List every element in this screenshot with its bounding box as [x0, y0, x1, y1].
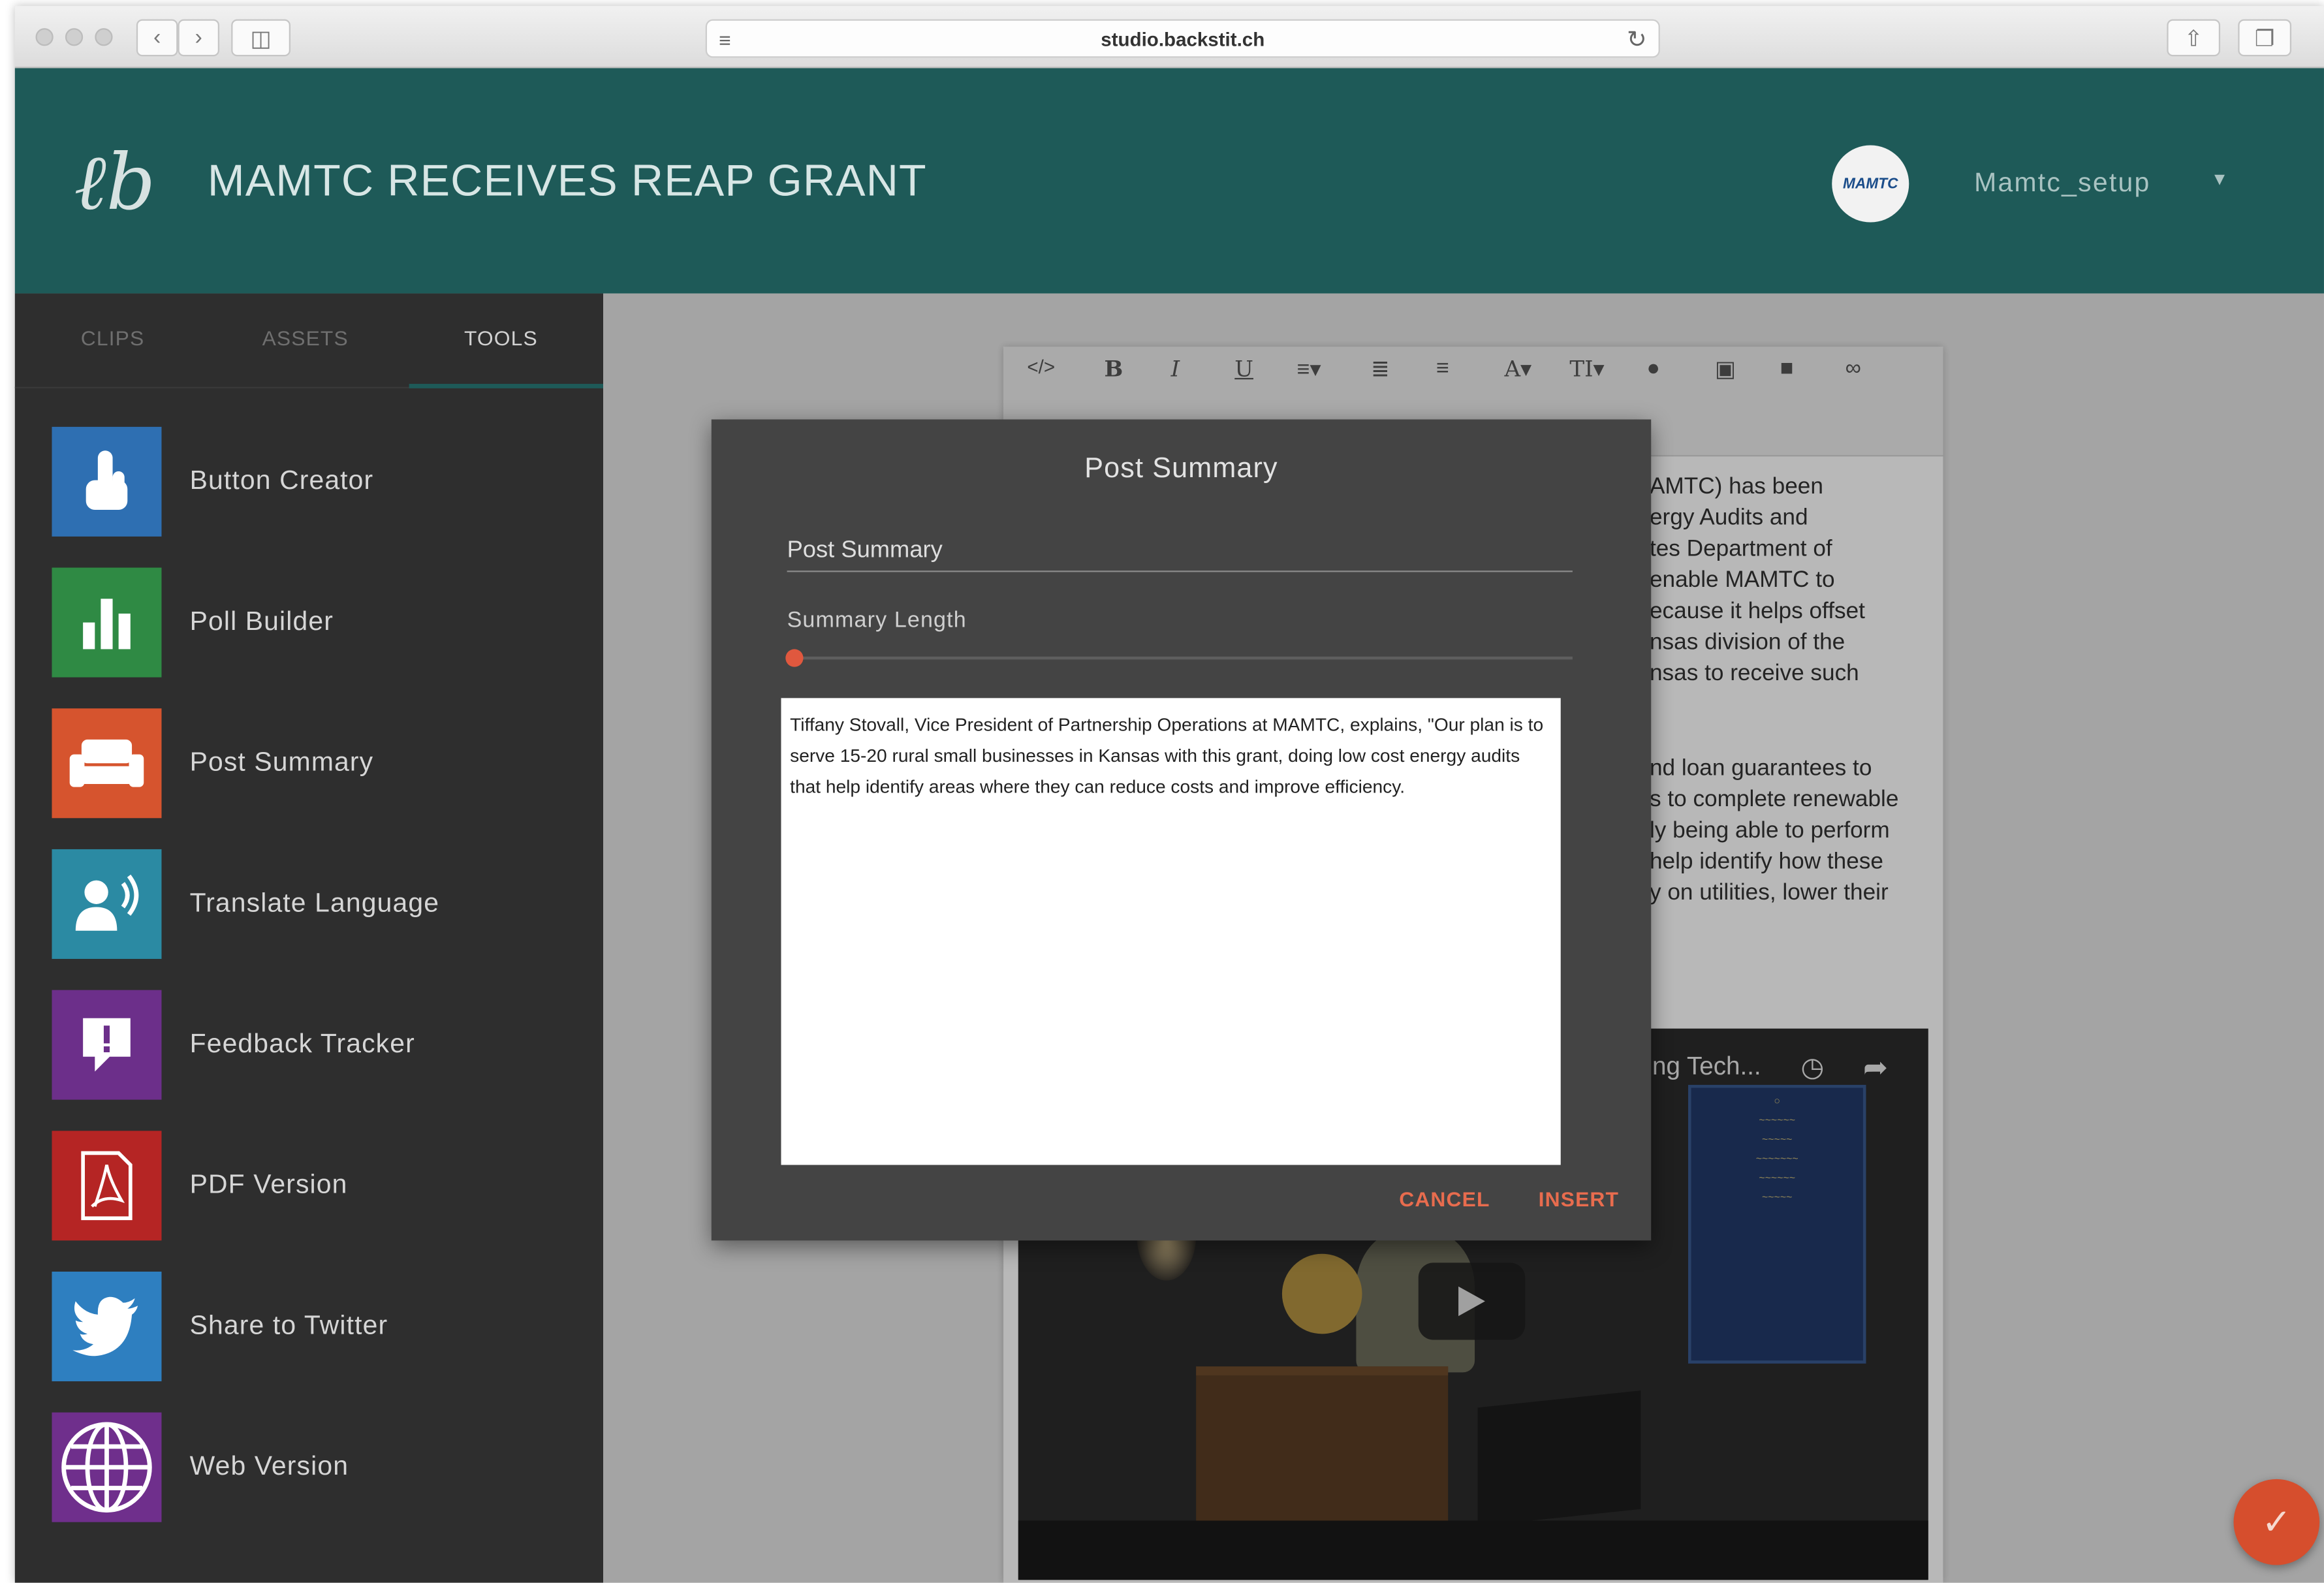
slider-thumb[interactable] [785, 649, 804, 667]
url-text: studio.backstit.ch [1101, 28, 1265, 51]
tab-tools[interactable]: TOOLS [435, 326, 566, 349]
tabs-overview-icon[interactable]: ❐ [2238, 19, 2292, 57]
tool-button-creator[interactable]: Button Creator [52, 426, 585, 537]
tool-web-version[interactable]: Web Version [52, 1412, 585, 1522]
browser-window: ‹ › ◫ ≡ studio.backstit.ch ↻ ⇧ ❐ ℓb MAMT… [14, 6, 2324, 1583]
active-tab-indicator [409, 384, 604, 388]
twitter-bird-icon [52, 1272, 162, 1382]
chevron-down-icon[interactable]: ▾ [2214, 166, 2225, 191]
tool-share-to-twitter[interactable]: Share to Twitter [52, 1272, 585, 1382]
tool-poll-builder[interactable]: Poll Builder [52, 567, 585, 678]
speaking-person-icon [52, 849, 162, 959]
sidebar: CLIPS ASSETS TOOLS Button Creator Poll B… [14, 293, 604, 1583]
tool-label: Share to Twitter [189, 1310, 388, 1340]
checkmark-icon[interactable]: ✓ [2233, 1479, 2320, 1565]
reload-icon[interactable]: ↻ [1627, 25, 1646, 55]
tool-label: Translate Language [189, 887, 440, 918]
zoom-window-button[interactable] [95, 28, 113, 46]
summary-text-area[interactable] [781, 698, 1561, 1165]
tool-label: Poll Builder [189, 606, 334, 636]
bar-chart-icon [52, 567, 162, 678]
alert-speech-bubble-icon [52, 990, 162, 1100]
tool-post-summary[interactable]: Post Summary [52, 708, 585, 819]
tool-pdf-version[interactable]: PDF Version [52, 1131, 585, 1241]
tab-assets[interactable]: ASSETS [240, 326, 371, 349]
tool-label: Post Summary [189, 747, 374, 777]
tool-label: Feedback Tracker [189, 1028, 415, 1059]
tool-label: PDF Version [189, 1169, 348, 1199]
tab-clips[interactable]: CLIPS [48, 326, 178, 349]
address-bar[interactable]: ≡ studio.backstit.ch ↻ [705, 19, 1660, 58]
screen: ‹ › ◫ ≡ studio.backstit.ch ↻ ⇧ ❐ ℓb MAMT… [0, 0, 2324, 1583]
sidebar-tabs: CLIPS ASSETS TOOLS [14, 294, 604, 388]
couch-icon [52, 708, 162, 819]
tool-translate-language[interactable]: Translate Language [52, 849, 585, 959]
cancel-button[interactable]: CANCEL [1399, 1187, 1490, 1211]
browser-toolbar: ‹ › ◫ ≡ studio.backstit.ch ↻ ⇧ ❐ [14, 6, 2324, 69]
page-title: MAMTC RECEIVES REAP GRANT [207, 157, 927, 206]
minimize-window-button[interactable] [65, 28, 84, 46]
tool-label: Button Creator [189, 465, 374, 495]
summary-length-label: Summary Length [787, 607, 967, 633]
avatar[interactable]: MAMTC [1832, 145, 1909, 223]
tool-feedback-tracker[interactable]: Feedback Tracker [52, 990, 585, 1100]
sidebar-toggle-icon[interactable]: ◫ [231, 19, 290, 57]
insert-button[interactable]: INSERT [1539, 1187, 1619, 1211]
share-icon[interactable]: ⇧ [2167, 19, 2221, 57]
app-header: ℓb MAMTC RECEIVES REAP GRANT MAMTC Mamtc… [14, 68, 2324, 294]
globe-icon [52, 1412, 162, 1522]
dialog-title: Post Summary [1084, 453, 1278, 485]
summary-length-slider[interactable] [785, 649, 1573, 667]
close-window-button[interactable] [35, 28, 54, 46]
hand-pointer-icon [52, 426, 162, 537]
forward-icon[interactable]: › [178, 19, 220, 57]
tool-label: Web Version [189, 1450, 349, 1481]
user-menu-name[interactable]: Mamtc_setup [1974, 168, 2150, 199]
summary-title-field[interactable] [787, 532, 1573, 572]
backstitch-logo-icon: ℓb [74, 139, 156, 228]
pdf-document-icon [52, 1131, 162, 1241]
back-icon[interactable]: ‹ [136, 19, 178, 57]
post-summary-dialog: Post Summary Summary Length CANCEL INSER… [711, 419, 1652, 1241]
